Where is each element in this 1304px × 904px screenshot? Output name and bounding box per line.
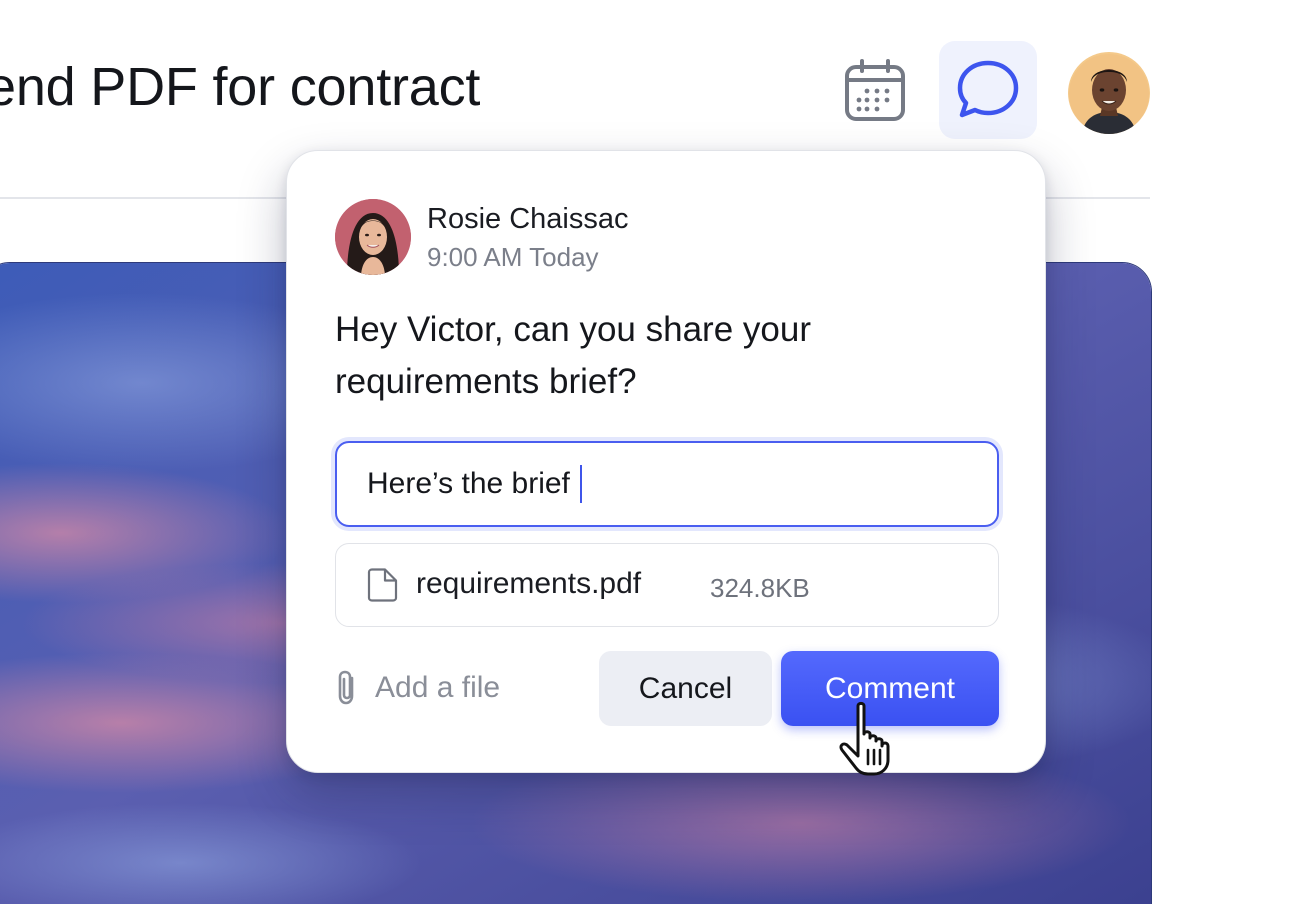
- user-avatar-image: [1068, 52, 1150, 134]
- comment-popover: Rosie Chaissac 9:00 AM Today Hey Victor,…: [286, 150, 1046, 773]
- cancel-button[interactable]: Cancel: [599, 651, 772, 726]
- paperclip-icon: [338, 670, 354, 705]
- reply-input-value: Here’s the brief: [367, 467, 570, 500]
- calendar-button[interactable]: [838, 54, 912, 128]
- author-avatar: [335, 199, 411, 275]
- comments-button[interactable]: [939, 41, 1037, 139]
- page-title: end PDF for contract: [0, 57, 481, 117]
- text-caret: [579, 465, 582, 503]
- attachment-item[interactable]: requirements.pdf 324.8KB: [335, 543, 999, 627]
- page: end PDF for contract Rosie Chaissac 9:00…: [0, 0, 1304, 904]
- attachment-filename: requirements.pdf: [416, 567, 642, 600]
- comment-button[interactable]: Comment: [781, 651, 999, 726]
- reply-input[interactable]: Here’s the brief: [335, 441, 999, 527]
- file-icon: [366, 568, 398, 607]
- comment-message: Hey Victor, can you share your requireme…: [335, 310, 811, 401]
- chat-bubble-icon: [957, 60, 1019, 118]
- calendar-icon: [845, 59, 905, 121]
- comment-timestamp: 9:00 AM Today: [427, 242, 599, 272]
- author-name: Rosie Chaissac: [427, 203, 629, 235]
- attachment-size: 324.8KB: [710, 573, 810, 603]
- add-file-button[interactable]: Add a file: [333, 667, 500, 709]
- add-file-label: Add a file: [375, 671, 501, 704]
- author-avatar-image: [335, 199, 411, 275]
- user-avatar[interactable]: [1068, 52, 1150, 134]
